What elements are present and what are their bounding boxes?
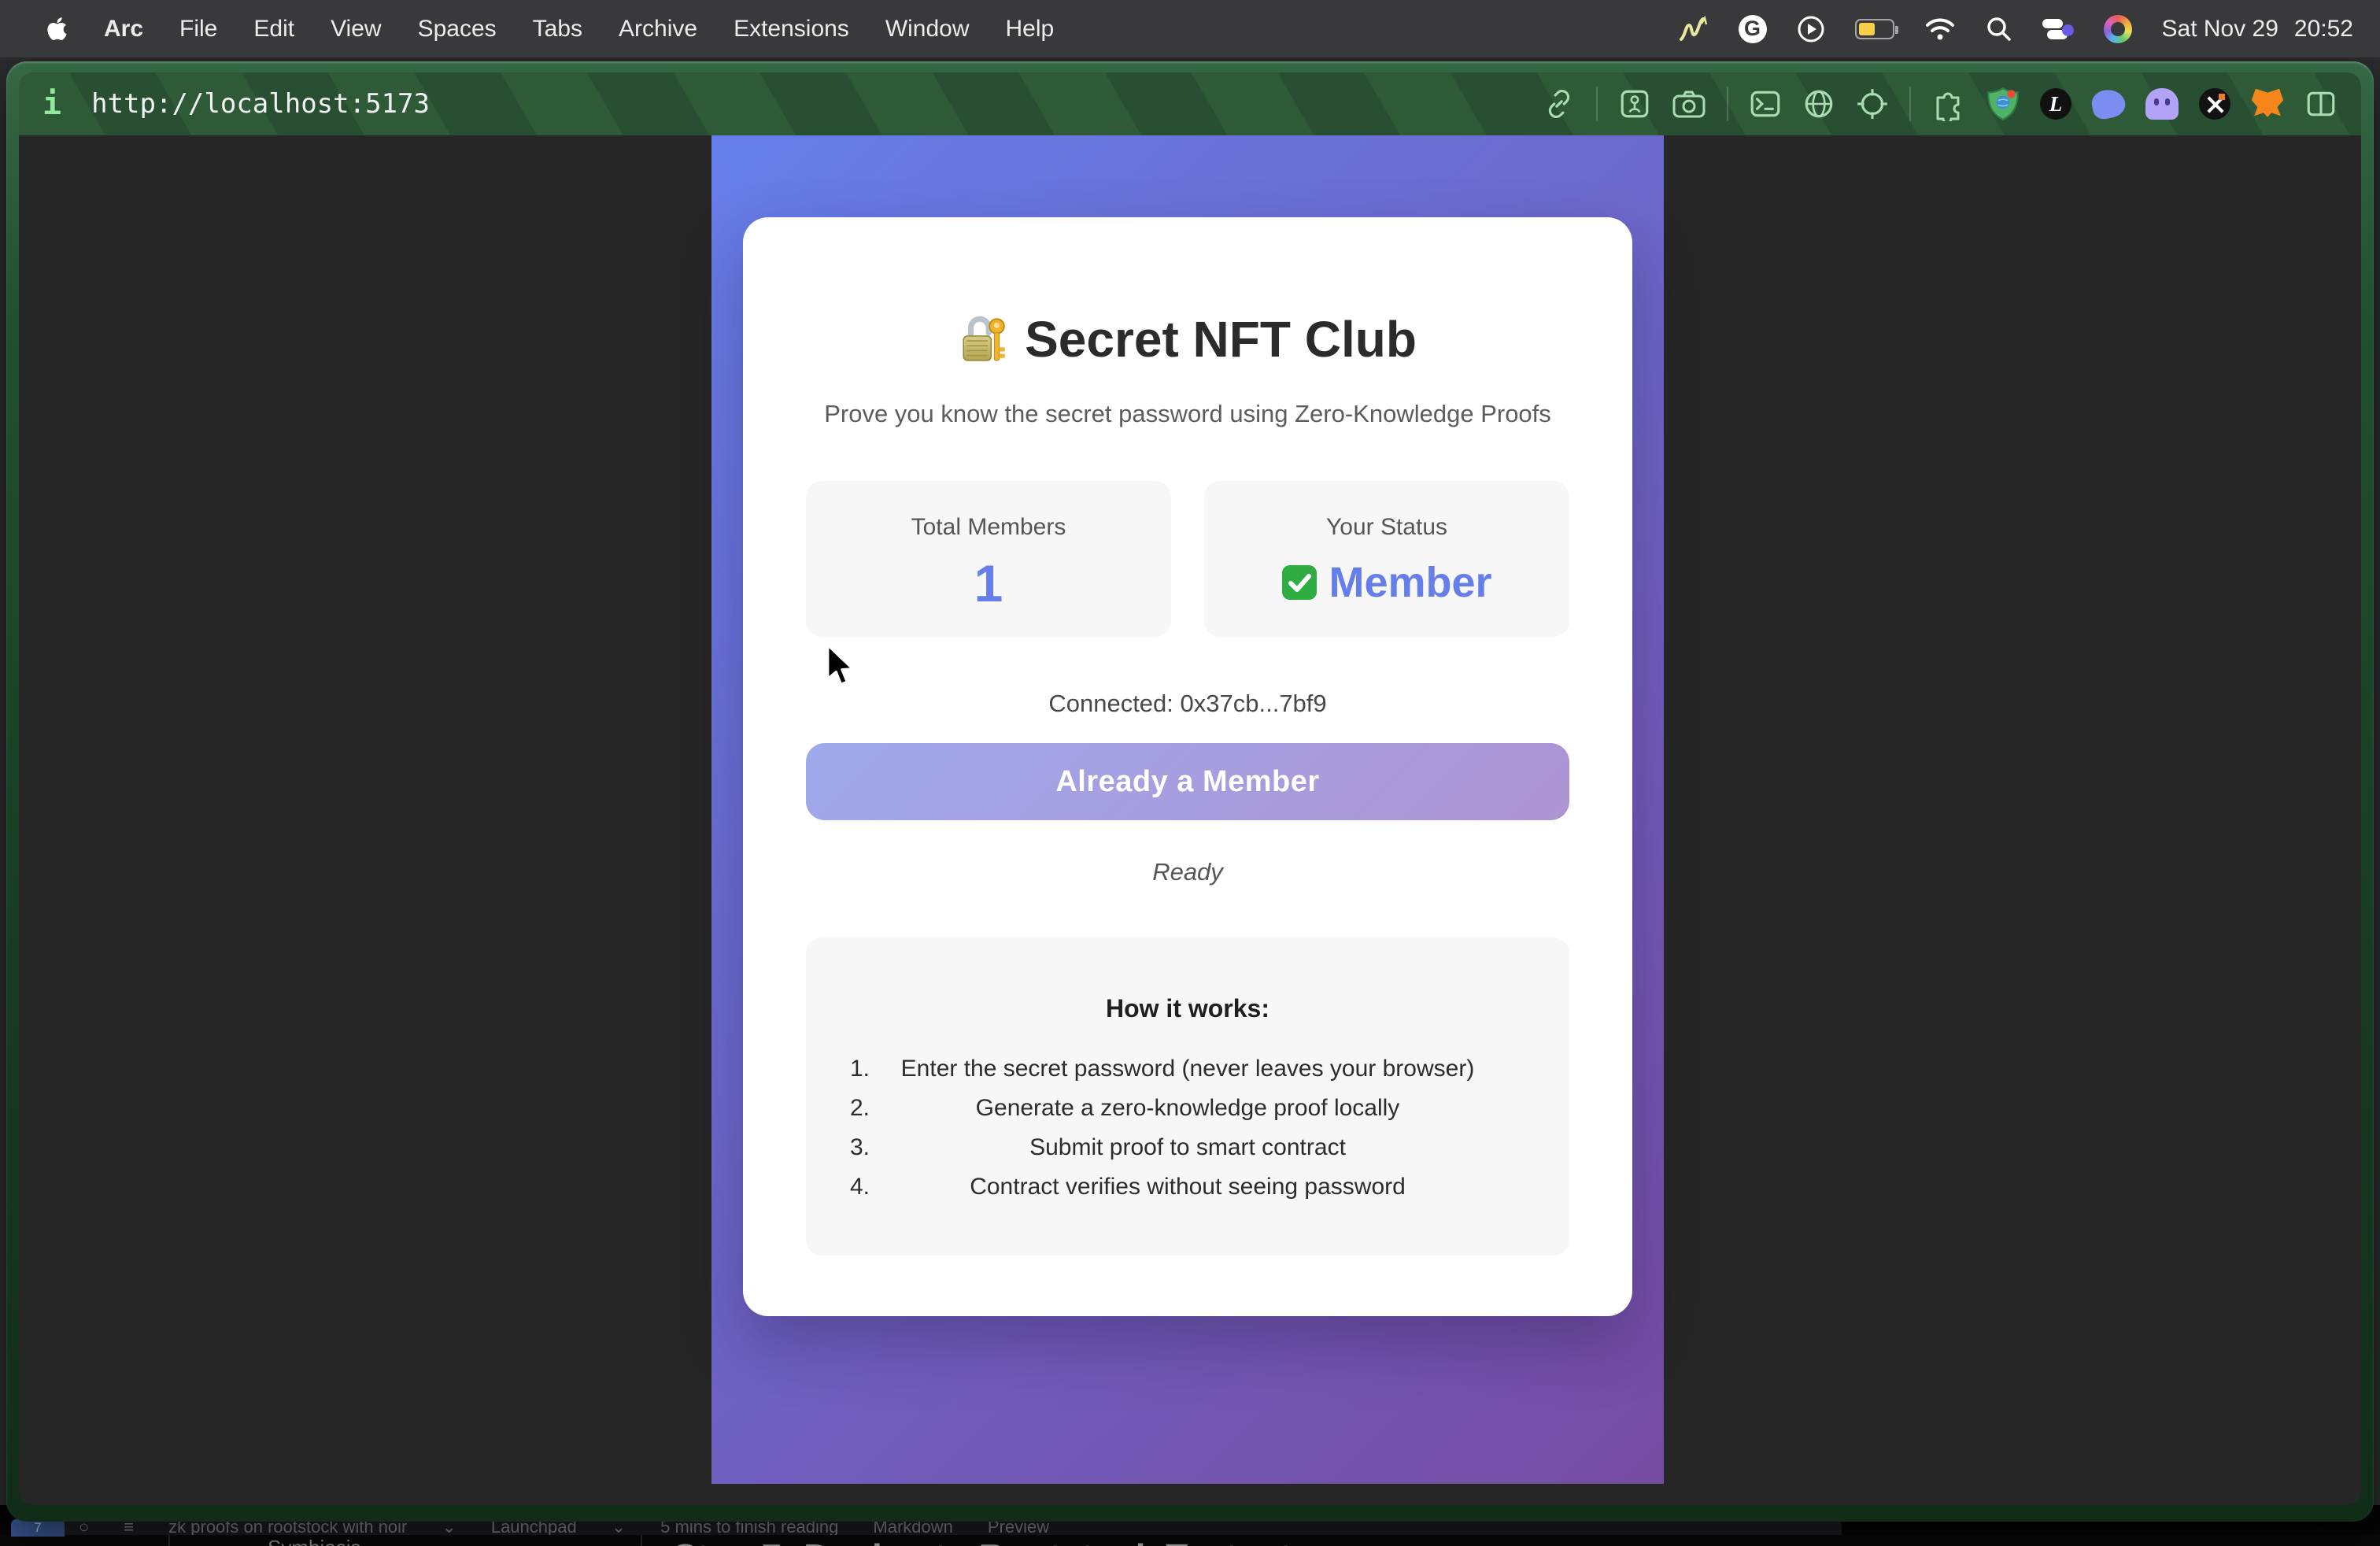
stat-label: Your Status — [1204, 514, 1569, 541]
rabby-wallet-icon[interactable] — [2090, 87, 2128, 121]
page-title: Secret NFT Club — [743, 310, 1632, 368]
total-members-box: Total Members 1 — [806, 481, 1171, 637]
site-info-icon[interactable]: i — [42, 86, 61, 122]
step-number: 3. — [850, 1128, 870, 1167]
divider — [1596, 87, 1598, 121]
apple-icon — [46, 16, 68, 42]
connected-address: Connected: 0x37cb...7bf9 — [743, 690, 1632, 718]
url-bar[interactable]: i http://localhost:5173 — [19, 72, 2361, 135]
menu-item-tabs[interactable]: Tabs — [515, 16, 601, 43]
control-center-icon[interactable] — [2042, 18, 2074, 40]
stat-label: Total Members — [806, 514, 1171, 541]
phantom-wallet-icon[interactable] — [2145, 88, 2179, 120]
divider — [168, 1535, 170, 1546]
divider — [1909, 87, 1911, 121]
menu-item-arc[interactable]: Arc — [86, 16, 161, 43]
list-item: 3. Submit proof to smart contract — [806, 1128, 1569, 1167]
already-a-member-button[interactable]: Already a Member — [806, 743, 1569, 820]
target-icon[interactable] — [1856, 87, 1889, 120]
menu-item-extensions[interactable]: Extensions — [715, 16, 867, 43]
step-number: 1. — [850, 1049, 870, 1089]
member-status: Member — [1204, 558, 1569, 607]
battery-icon[interactable] — [1855, 19, 1894, 39]
total-members-value: 1 — [806, 553, 1171, 613]
step-text: Submit proof to smart contract — [1029, 1134, 1346, 1160]
how-it-works-heading: How it works: — [806, 994, 1569, 1023]
divider — [641, 1535, 642, 1546]
clock-date: Sat Nov 29 — [2162, 16, 2278, 43]
play-icon[interactable] — [1797, 15, 1825, 43]
globe-icon[interactable] — [1802, 87, 1835, 120]
web-page: Secret NFT Club Prove you know the secre… — [19, 135, 2361, 1505]
menu-item-help[interactable]: Help — [988, 16, 1073, 43]
grammarly-icon[interactable]: G — [1739, 15, 1767, 43]
adguard-shield-icon[interactable] — [1986, 87, 2020, 121]
how-it-works-box: How it works: 1. Enter the secret passwo… — [806, 938, 1569, 1256]
menu-bar-clock[interactable]: Sat Nov 29 20:52 — [2162, 16, 2354, 43]
secret-nft-club-card: Secret NFT Club Prove you know the secre… — [743, 217, 1632, 1316]
status-text: Ready — [743, 858, 1632, 886]
terminal-icon[interactable] — [1749, 87, 1782, 120]
step-text: Contract verifies without seeing passwor… — [970, 1174, 1406, 1200]
step-text: Enter the secret password (never leaves … — [901, 1056, 1475, 1082]
url-text[interactable]: http://localhost:5173 — [91, 88, 430, 120]
page-title-text: Secret NFT Club — [1025, 310, 1417, 368]
menu-bar: Arc File Edit View Spaces Tabs Archive E… — [0, 0, 2380, 57]
camera-icon[interactable] — [1672, 87, 1706, 120]
menu-item-view[interactable]: View — [312, 16, 399, 43]
apple-menu[interactable] — [28, 16, 86, 42]
how-it-works-list: 1. Enter the secret password (never leav… — [806, 1049, 1569, 1207]
step-text: Generate a zero-knowledge proof locally — [976, 1095, 1400, 1121]
background-sidebar-label: Symbiosis — [268, 1536, 360, 1546]
xverse-wallet-icon[interactable] — [2199, 88, 2230, 120]
stocks-icon[interactable] — [1679, 16, 1709, 43]
menu-item-spaces[interactable]: Spaces — [400, 16, 515, 43]
member-status-text: Member — [1329, 558, 1491, 607]
menu-item-archive[interactable]: Archive — [601, 16, 715, 43]
lock-with-key-icon — [959, 313, 1009, 365]
menu-item-file[interactable]: File — [161, 16, 235, 43]
stats-row: Total Members 1 Your Status Member — [806, 481, 1569, 637]
page-subtitle: Prove you know the secret password using… — [743, 400, 1632, 428]
check-mark-icon — [1281, 564, 1318, 601]
script-l-extension-icon[interactable]: L — [2040, 88, 2071, 120]
spotlight-search-icon[interactable] — [1986, 16, 2012, 43]
metamask-fox-icon[interactable] — [2251, 88, 2284, 120]
list-item: 2. Generate a zero-knowledge proof local… — [806, 1089, 1569, 1128]
wifi-icon[interactable] — [1924, 17, 1956, 41]
menu-item-window[interactable]: Window — [867, 16, 988, 43]
clock-time: 20:52 — [2294, 16, 2353, 43]
list-item: 1. Enter the secret password (never leav… — [806, 1049, 1569, 1089]
image-icon[interactable] — [1618, 87, 1651, 120]
browser-window: i http://localhost:5173 — [6, 61, 2374, 1522]
background-document-heading: Step 7: Deploy to Rootstock Testnet — [673, 1536, 1292, 1546]
split-view-icon[interactable] — [2304, 87, 2338, 120]
list-item: 4. Contract verifies without seeing pass… — [806, 1167, 1569, 1207]
link-icon[interactable] — [1543, 87, 1576, 120]
divider — [1727, 87, 1728, 121]
mouse-cursor — [825, 644, 856, 688]
your-status-box: Your Status Member — [1204, 481, 1569, 637]
background-document: Symbiosis Step 7: Deploy to Rootstock Te… — [0, 1535, 2380, 1546]
colorful-ring-icon[interactable] — [2104, 15, 2132, 43]
step-number: 4. — [850, 1167, 870, 1207]
step-number: 2. — [850, 1089, 870, 1128]
background-blue-tab: 7 — [11, 1519, 65, 1537]
puzzle-extensions-icon[interactable] — [1931, 87, 1966, 121]
page-gradient-background: Secret NFT Club Prove you know the secre… — [711, 135, 1664, 1484]
menu-item-edit[interactable]: Edit — [235, 16, 312, 43]
